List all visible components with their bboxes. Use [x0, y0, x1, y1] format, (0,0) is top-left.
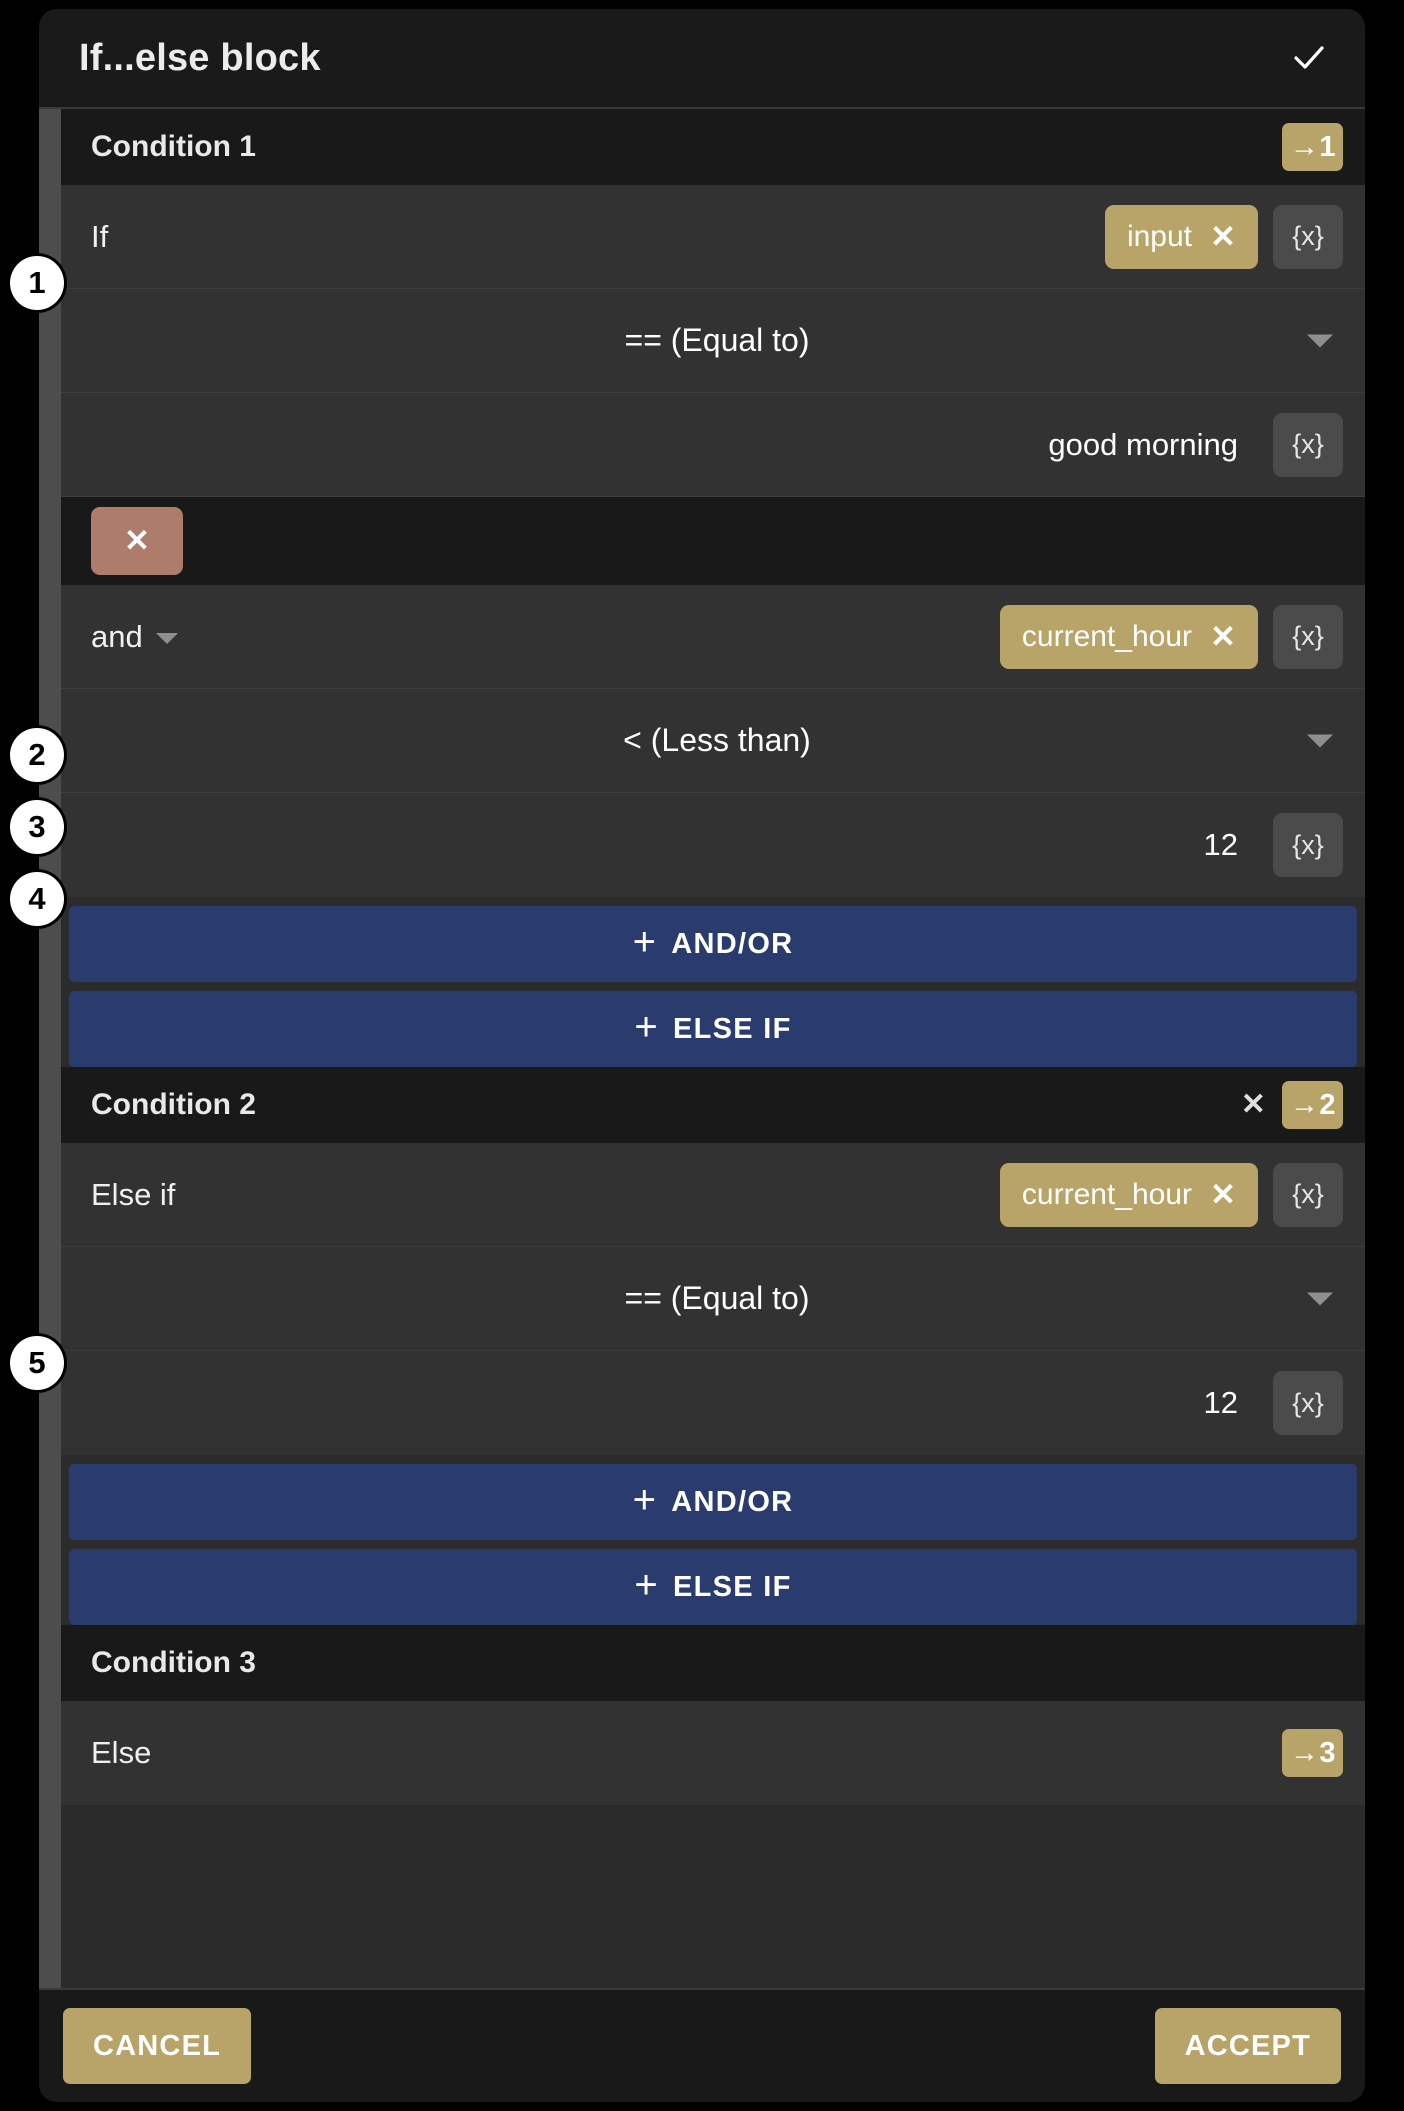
variable-chip[interactable]: input ✕	[1104, 204, 1258, 269]
goto-arrow-icon: →	[1289, 1736, 1319, 1769]
button-label: ELSE IF	[673, 1570, 792, 1603]
condition-header-2: Condition 2 ✕ → 2	[61, 1067, 1365, 1143]
add-and-or-button[interactable]: + AND/OR	[69, 1464, 1357, 1540]
chevron-down-icon[interactable]	[155, 632, 178, 644]
button-label: AND/OR	[671, 927, 794, 960]
condition-block-2: Condition 2 ✕ → 2 Else if current_hour ✕ {x} == …	[61, 1067, 1365, 1455]
plus-icon: +	[632, 1478, 658, 1522]
operator-dropdown[interactable]: < (Less than)	[61, 689, 1365, 793]
condition-title: Condition 1	[91, 130, 256, 163]
logic-operator-dropdown[interactable]: and	[91, 619, 178, 655]
value-row: good morning {x}	[61, 393, 1365, 497]
goto-number: 1	[1319, 130, 1335, 163]
condition-block-3: Condition 3 Else → 3	[61, 1625, 1365, 1805]
scrollbar-track[interactable]	[39, 109, 61, 1988]
variable-picker-button[interactable]: {x}	[1273, 412, 1343, 477]
condition-row-chip: Else if current_hour ✕ {x}	[61, 1143, 1365, 1247]
variable-picker-button[interactable]: {x}	[1273, 204, 1343, 269]
operator-value: == (Equal to)	[624, 1280, 810, 1316]
variable-picker-button[interactable]: {x}	[1273, 1162, 1343, 1227]
operator-dropdown[interactable]: == (Equal to)	[61, 289, 1365, 393]
condition-block-1: Condition 1 → 1 If input ✕ {x} == (Equal to) goo…	[61, 109, 1365, 897]
row-label: Else if	[91, 1176, 176, 1212]
condition-header-3: Condition 3	[61, 1625, 1365, 1701]
variable-chip-label: current_hour	[1021, 619, 1193, 653]
variable-chip-remove-icon[interactable]: ✕	[1210, 621, 1236, 652]
condition-row-chip: If input ✕ {x}	[61, 185, 1365, 289]
value-row: 12 {x}	[61, 1351, 1365, 1455]
dialog-footer: CANCEL ACCEPT	[39, 1988, 1365, 2102]
page-title: If...else block	[79, 36, 321, 79]
value-row: 12 {x}	[61, 793, 1365, 897]
condition-title: Condition 2	[91, 1088, 256, 1121]
conditions-list: Condition 1 → 1 If input ✕ {x} == (Equal to) goo…	[61, 109, 1365, 1988]
dialog-header: If...else block	[39, 9, 1365, 107]
plus-icon: +	[634, 1563, 659, 1607]
add-else-if-button[interactable]: + ELSE IF	[69, 991, 1357, 1067]
annotation-marker-4: 4	[10, 872, 64, 926]
variable-picker-button[interactable]: {x}	[1273, 1371, 1343, 1435]
chevron-down-icon	[1307, 734, 1333, 747]
variable-chip[interactable]: current_hour ✕	[999, 604, 1258, 669]
goto-arrow-icon: →	[1289, 1088, 1319, 1121]
operator-value: < (Less than)	[623, 722, 811, 758]
condition-row-chip: and current_hour ✕ {x}	[61, 585, 1365, 689]
add-else-if-button[interactable]: + ELSE IF	[69, 1549, 1357, 1625]
row-label: If	[91, 218, 109, 254]
goto-arrow-icon: →	[1289, 130, 1319, 163]
goto-number: 3	[1319, 1736, 1335, 1769]
value-input[interactable]: 12	[1204, 827, 1238, 863]
chevron-down-icon	[1307, 1292, 1333, 1305]
else-row: Else → 3	[61, 1701, 1365, 1805]
delete-clause-button[interactable]: ✕	[91, 507, 183, 575]
annotation-marker-1: 1	[10, 256, 64, 310]
chevron-down-icon	[1307, 334, 1333, 347]
variable-chip-label: current_hour	[1021, 1177, 1193, 1211]
operator-dropdown[interactable]: == (Equal to)	[61, 1247, 1365, 1351]
cancel-button[interactable]: CANCEL	[63, 2008, 252, 2084]
add-and-or-button[interactable]: + AND/OR	[69, 906, 1357, 982]
if-else-block-dialog: If...else block Condition 1 → 1 If input ✕ {x}…	[39, 9, 1365, 2102]
condition-header-1: Condition 1 → 1	[61, 109, 1365, 185]
variable-chip-remove-icon[interactable]: ✕	[1210, 221, 1236, 252]
check-icon[interactable]	[1287, 36, 1331, 80]
annotation-marker-2: 2	[10, 728, 64, 782]
annotation-marker-5: 5	[10, 1336, 64, 1390]
button-label: AND/OR	[671, 1485, 794, 1518]
variable-chip-remove-icon[interactable]: ✕	[1210, 1179, 1236, 1210]
value-input[interactable]: good morning	[1048, 427, 1238, 463]
button-label: ELSE IF	[673, 1012, 792, 1045]
variable-chip-label: input	[1126, 219, 1193, 253]
dialog-body: Condition 1 → 1 If input ✕ {x} == (Equal to) goo…	[39, 107, 1365, 1988]
variable-picker-button[interactable]: {x}	[1273, 813, 1343, 877]
else-goto-badge[interactable]: → 3	[1281, 1729, 1343, 1777]
value-input[interactable]: 12	[1204, 1385, 1238, 1421]
plus-icon: +	[634, 1005, 659, 1049]
row-label: Else	[91, 1735, 152, 1770]
condition-goto-badge[interactable]: → 2	[1281, 1081, 1343, 1129]
variable-picker-button[interactable]: {x}	[1273, 604, 1343, 669]
delete-clause-row: ✕	[61, 497, 1365, 585]
remove-condition-button[interactable]: ✕	[1225, 1090, 1282, 1120]
goto-number: 2	[1319, 1088, 1335, 1121]
operator-value: == (Equal to)	[624, 322, 810, 358]
plus-icon: +	[632, 920, 658, 964]
variable-chip[interactable]: current_hour ✕	[999, 1162, 1258, 1227]
condition-goto-badge[interactable]: → 1	[1281, 123, 1343, 171]
accept-button[interactable]: ACCEPT	[1154, 2008, 1341, 2084]
annotation-marker-3: 3	[10, 800, 64, 854]
condition-title: Condition 3	[91, 1646, 256, 1679]
